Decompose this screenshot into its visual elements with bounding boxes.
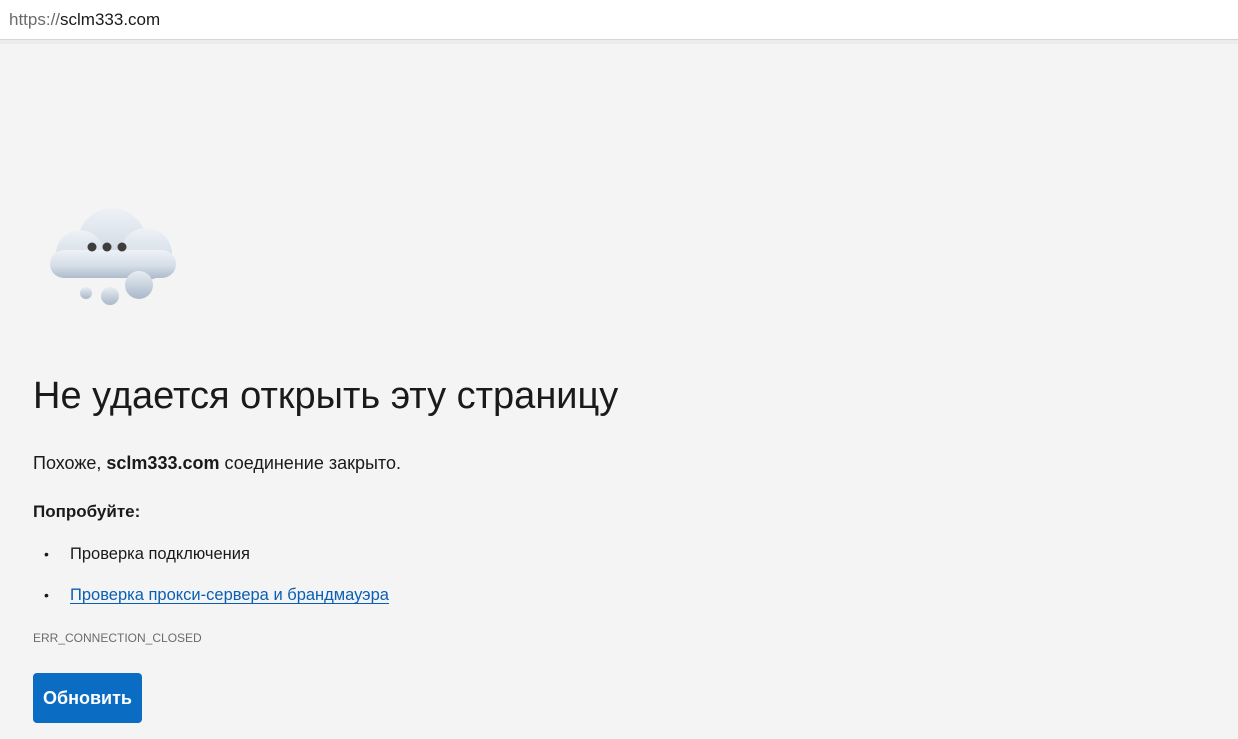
url-scheme: https:// bbox=[9, 10, 61, 29]
error-code: ERR_CONNECTION_CLOSED bbox=[33, 631, 202, 645]
try-label: Попробуйте: bbox=[33, 502, 141, 521]
suggestion-check-connection: Проверка подключения bbox=[70, 545, 250, 563]
error-title: Не удается открыть эту страницу bbox=[33, 375, 619, 417]
bullet: • bbox=[44, 546, 49, 562]
error-message: Похоже, sclm333.com соединение закрыто. bbox=[33, 450, 401, 476]
error-message-suffix: соединение закрыто. bbox=[219, 453, 401, 473]
toolbar-divider bbox=[0, 40, 1238, 44]
cloud-offline-icon bbox=[50, 208, 176, 305]
address-bar[interactable]: https://sclm333.com bbox=[0, 0, 1238, 40]
url-text[interactable]: https://sclm333.com bbox=[9, 10, 160, 30]
bullet: • bbox=[44, 587, 49, 603]
list-item: • Проверка подключения bbox=[33, 540, 389, 581]
refresh-button[interactable]: Обновить bbox=[33, 673, 142, 723]
suggestions-list: • Проверка подключения • Проверка прокси… bbox=[33, 540, 389, 622]
error-message-host: sclm333.com bbox=[106, 453, 220, 473]
list-item: • Проверка прокси-сервера и брандмауэра bbox=[33, 581, 389, 622]
url-host: sclm333.com bbox=[60, 10, 161, 29]
check-proxy-firewall-link[interactable]: Проверка прокси-сервера и брандмауэра bbox=[70, 586, 389, 604]
error-message-prefix: Похоже, bbox=[33, 453, 107, 473]
